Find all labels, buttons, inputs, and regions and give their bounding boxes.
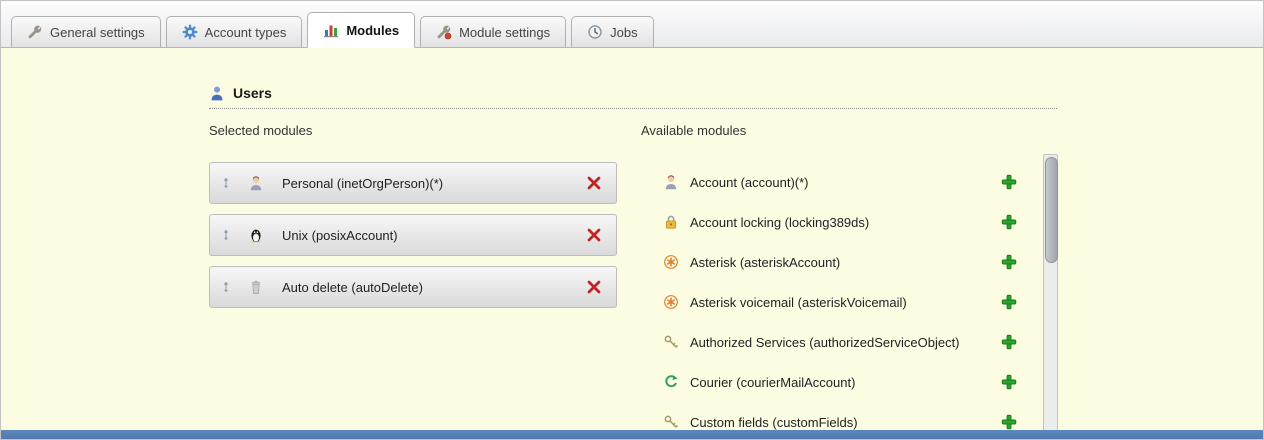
add-module-button[interactable] bbox=[1001, 254, 1017, 270]
tab-label: Modules bbox=[346, 23, 399, 38]
scrollbar-thumb[interactable] bbox=[1045, 157, 1058, 263]
available-modules-heading: Available modules bbox=[641, 123, 1017, 138]
gear-icon bbox=[182, 24, 198, 40]
available-modules-list: Account (account)(*) Account locking (lo… bbox=[641, 162, 1017, 440]
available-module-label: Courier (courierMailAccount) bbox=[690, 375, 855, 390]
tab-label: Jobs bbox=[610, 25, 637, 40]
drag-handle-icon[interactable] bbox=[220, 175, 232, 191]
person-icon bbox=[248, 175, 264, 191]
tab-bar: General settings Account types Modules M… bbox=[1, 1, 1263, 48]
users-section-header: Users bbox=[209, 85, 1057, 109]
available-modules-column: Available modules Account (account)(*) A… bbox=[641, 123, 1017, 440]
selected-module-label: Auto delete (autoDelete) bbox=[282, 280, 423, 295]
courier-icon bbox=[663, 374, 679, 390]
asterisk-icon bbox=[663, 294, 679, 310]
bottom-bar bbox=[1, 430, 1263, 439]
key-icon bbox=[663, 414, 679, 430]
wrench-red-icon bbox=[436, 24, 452, 40]
available-module-row-courier: Courier (courierMailAccount) bbox=[641, 362, 1017, 402]
tab-label: Account types bbox=[205, 25, 287, 40]
selected-modules-list: Personal (inetOrgPerson)(*) Unix (posixA… bbox=[209, 162, 617, 308]
available-module-row-authorized-services: Authorized Services (authorizedServiceOb… bbox=[641, 322, 1017, 362]
tab-general-settings[interactable]: General settings bbox=[11, 16, 161, 47]
add-module-button[interactable] bbox=[1001, 214, 1017, 230]
available-module-label: Account (account)(*) bbox=[690, 175, 809, 190]
available-module-label: Asterisk (asteriskAccount) bbox=[690, 255, 840, 270]
selected-module-row-personal[interactable]: Personal (inetOrgPerson)(*) bbox=[209, 162, 617, 204]
available-module-label: Asterisk voicemail (asteriskVoicemail) bbox=[690, 295, 907, 310]
remove-module-button[interactable] bbox=[586, 175, 602, 191]
trash-icon bbox=[248, 279, 264, 295]
tab-label: Module settings bbox=[459, 25, 550, 40]
available-module-row-account: Account (account)(*) bbox=[641, 162, 1017, 202]
add-module-button[interactable] bbox=[1001, 414, 1017, 430]
penguin-icon bbox=[248, 227, 264, 243]
selected-modules-column: Selected modules Personal (inetOrgPerson… bbox=[209, 123, 617, 318]
available-module-label: Account locking (locking389ds) bbox=[690, 215, 869, 230]
clock-icon bbox=[587, 24, 603, 40]
person-icon bbox=[663, 174, 679, 190]
selected-module-label: Personal (inetOrgPerson)(*) bbox=[282, 176, 443, 191]
users-section: Users bbox=[209, 85, 1057, 109]
scrollbar[interactable] bbox=[1043, 154, 1058, 432]
lam-configuration-page: General settings Account types Modules M… bbox=[0, 0, 1264, 440]
available-module-label: Custom fields (customFields) bbox=[690, 415, 858, 430]
remove-module-button[interactable] bbox=[586, 279, 602, 295]
add-module-button[interactable] bbox=[1001, 174, 1017, 190]
key-icon bbox=[663, 334, 679, 350]
selected-module-label: Unix (posixAccount) bbox=[282, 228, 398, 243]
add-module-button[interactable] bbox=[1001, 334, 1017, 350]
selected-modules-heading: Selected modules bbox=[209, 123, 617, 138]
tab-jobs[interactable]: Jobs bbox=[571, 16, 653, 47]
user-icon bbox=[209, 85, 225, 101]
bar-chart-icon bbox=[323, 22, 339, 38]
asterisk-icon bbox=[663, 254, 679, 270]
wrench-icon bbox=[27, 24, 43, 40]
lock-icon bbox=[663, 214, 679, 230]
drag-handle-icon[interactable] bbox=[220, 279, 232, 295]
add-module-button[interactable] bbox=[1001, 374, 1017, 390]
drag-handle-icon[interactable] bbox=[220, 227, 232, 243]
available-module-row-asterisk: Asterisk (asteriskAccount) bbox=[641, 242, 1017, 282]
available-module-label: Authorized Services (authorizedServiceOb… bbox=[690, 335, 960, 350]
section-title: Users bbox=[233, 85, 272, 101]
tab-module-settings[interactable]: Module settings bbox=[420, 16, 566, 47]
selected-module-row-autodelete[interactable]: Auto delete (autoDelete) bbox=[209, 266, 617, 308]
tab-label: General settings bbox=[50, 25, 145, 40]
available-module-row-account-locking: Account locking (locking389ds) bbox=[641, 202, 1017, 242]
tab-modules[interactable]: Modules bbox=[307, 12, 415, 48]
available-module-row-asterisk-voicemail: Asterisk voicemail (asteriskVoicemail) bbox=[641, 282, 1017, 322]
selected-module-row-unix[interactable]: Unix (posixAccount) bbox=[209, 214, 617, 256]
tab-account-types[interactable]: Account types bbox=[166, 16, 303, 47]
add-module-button[interactable] bbox=[1001, 294, 1017, 310]
remove-module-button[interactable] bbox=[586, 227, 602, 243]
